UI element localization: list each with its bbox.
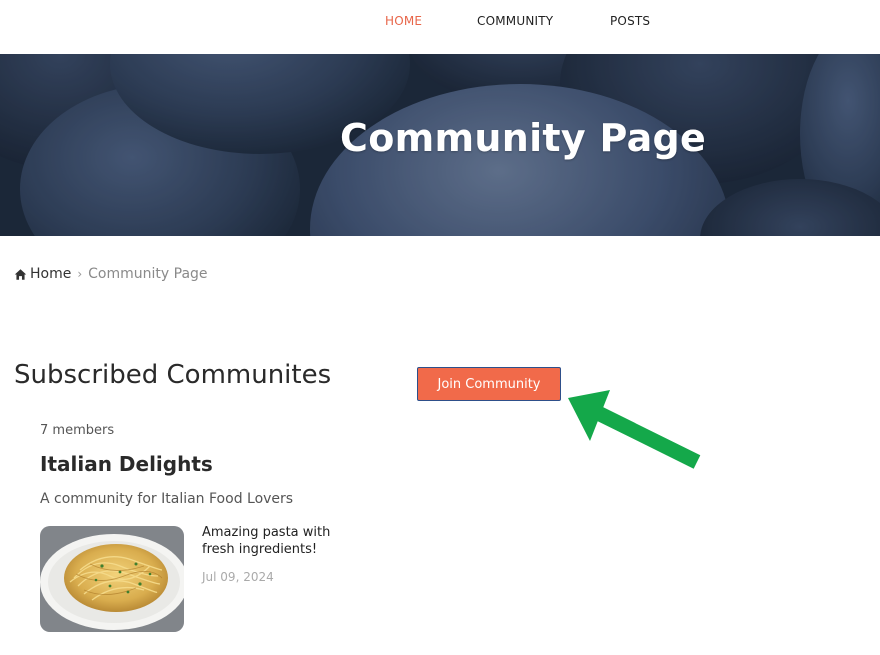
arrow-annotation-icon [568, 390, 701, 469]
top-navigation: HOME COMMUNITY POSTS [0, 0, 880, 54]
post-thumbnail[interactable] [40, 526, 184, 632]
section-heading: Subscribed Communites [14, 360, 332, 390]
post-title-link[interactable]: Amazing pasta with fresh ingredients! [202, 524, 362, 558]
member-count: 7 members [40, 423, 115, 438]
hero-banner: Community Page [0, 54, 880, 236]
community-name-link[interactable]: Italian Delights [40, 452, 213, 476]
community-description: A community for Italian Food Lovers [40, 491, 294, 507]
pasta-dish-image [40, 526, 184, 632]
nav-link-home[interactable]: HOME [385, 14, 422, 28]
nav-link-posts[interactable]: POSTS [610, 14, 650, 28]
home-icon[interactable] [14, 268, 27, 281]
page-title: Community Page [340, 116, 707, 160]
post-date: Jul 09, 2024 [202, 570, 274, 584]
join-community-button[interactable]: Join Community [417, 367, 561, 401]
nav-link-community[interactable]: COMMUNITY [477, 14, 553, 28]
breadcrumb: Home › Community Page [14, 266, 208, 282]
breadcrumb-current: Community Page [88, 266, 208, 282]
breadcrumb-home-link[interactable]: Home [30, 266, 71, 282]
chevron-right-icon: › [77, 267, 83, 281]
